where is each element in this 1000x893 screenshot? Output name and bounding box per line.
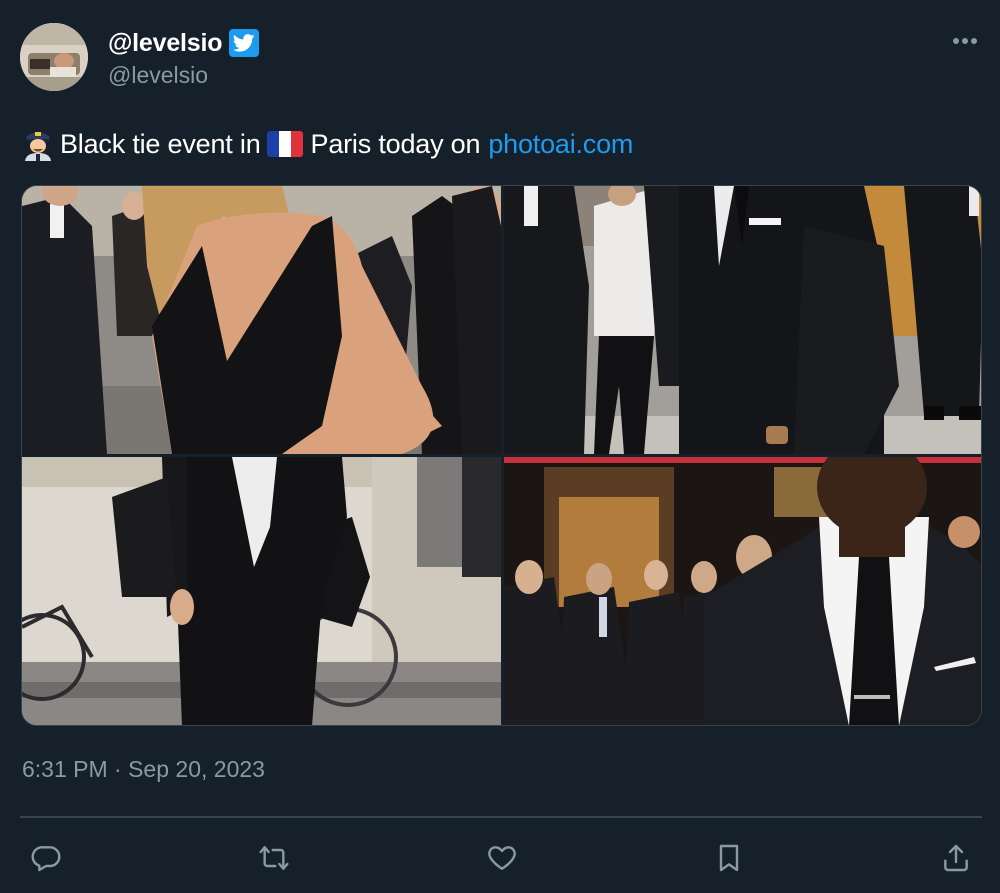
divider xyxy=(20,816,982,818)
photo-woman-black-suit-bag[interactable] xyxy=(22,457,501,725)
tweet-text-part2: Paris today on xyxy=(310,128,481,159)
retweet-icon[interactable] xyxy=(254,838,294,878)
verified-bird-icon xyxy=(229,29,260,57)
france-flag-icon xyxy=(266,131,303,157)
like-icon[interactable] xyxy=(482,838,522,878)
photo-man-black-suit[interactable] xyxy=(504,186,981,454)
photo-woman-black-dress[interactable] xyxy=(22,186,501,454)
display-name-row: @levelsio xyxy=(108,28,260,58)
photo-man-black-tie-closeup[interactable] xyxy=(504,457,981,725)
tweet-card: @levelsio @levelsio Black tie event in P… xyxy=(0,0,1000,893)
share-icon[interactable] xyxy=(936,838,976,878)
avatar[interactable] xyxy=(20,23,88,91)
user-handle[interactable]: @levelsio xyxy=(108,62,208,89)
tweet-timestamp[interactable]: 6:31 PM · Sep 20, 2023 xyxy=(22,756,265,783)
photoai-link[interactable]: photoai.com xyxy=(488,129,633,160)
reply-icon[interactable] xyxy=(26,838,66,878)
more-options-icon[interactable] xyxy=(950,26,980,56)
media-grid xyxy=(21,185,982,726)
display-name[interactable]: @levelsio xyxy=(108,29,223,58)
bookmark-icon[interactable] xyxy=(709,838,749,878)
man-police-officer-emoji-icon xyxy=(22,127,54,161)
tweet-text: Black tie event in Paris today on photoa… xyxy=(22,124,633,164)
tweet-text-part1: Black tie event in xyxy=(60,128,261,159)
